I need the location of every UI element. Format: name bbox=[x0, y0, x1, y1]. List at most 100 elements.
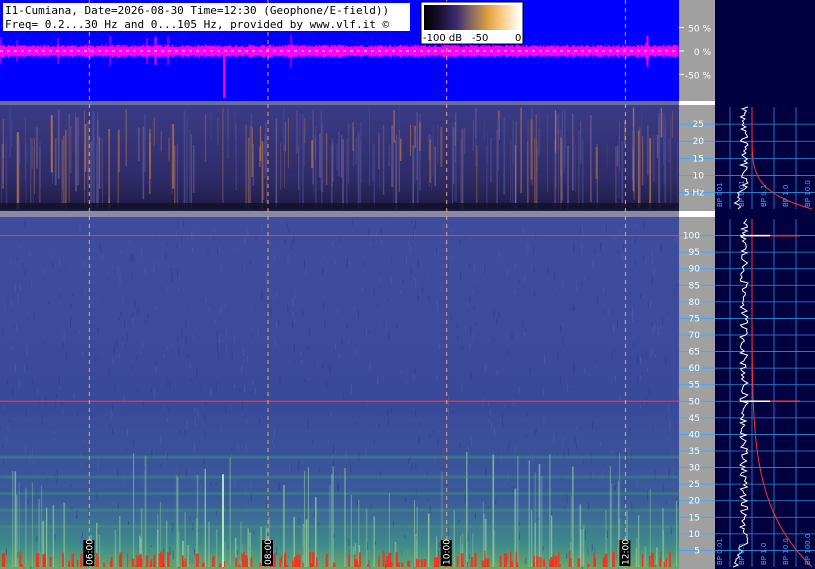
low-streak bbox=[125, 109, 127, 167]
low-streak bbox=[646, 125, 649, 176]
low-streak bbox=[676, 142, 678, 209]
high-noise bbox=[272, 439, 273, 445]
high-noise bbox=[529, 368, 531, 374]
high-noise bbox=[126, 447, 128, 450]
high-noise bbox=[178, 287, 180, 291]
high-burst bbox=[587, 564, 590, 567]
high-noise bbox=[436, 299, 437, 303]
high-streak bbox=[331, 473, 333, 567]
low-streak bbox=[373, 144, 375, 209]
low-streak bbox=[664, 120, 667, 206]
low-streak bbox=[319, 133, 321, 177]
high-burst bbox=[654, 565, 657, 567]
high-streak bbox=[583, 524, 585, 567]
high-burst bbox=[461, 564, 464, 567]
low-streak bbox=[34, 138, 35, 194]
low-streak bbox=[410, 125, 411, 156]
low-streak bbox=[574, 143, 576, 192]
high-noise bbox=[473, 263, 475, 273]
high-burst bbox=[311, 551, 315, 567]
high-noise bbox=[466, 302, 468, 307]
high-noise bbox=[59, 257, 61, 267]
low-streak bbox=[527, 141, 529, 209]
time-label: 08:00 bbox=[262, 539, 274, 566]
high-tick-label: 50 bbox=[689, 397, 701, 407]
high-noise bbox=[573, 243, 575, 253]
high-noise bbox=[246, 417, 248, 425]
high-noise bbox=[559, 538, 561, 541]
high-noise bbox=[4, 308, 6, 312]
high-noise bbox=[588, 502, 590, 510]
high-noise bbox=[422, 286, 424, 294]
high-noise bbox=[203, 429, 205, 432]
high-burst bbox=[378, 556, 380, 567]
high-noise bbox=[583, 368, 585, 373]
high-burst bbox=[139, 553, 141, 567]
high-noise bbox=[307, 346, 309, 351]
high-burst bbox=[292, 560, 294, 567]
high-noise bbox=[393, 463, 395, 466]
high-noise bbox=[243, 358, 245, 362]
high-noise bbox=[335, 261, 337, 264]
high-burst bbox=[549, 559, 552, 567]
high-noise bbox=[2, 444, 3, 449]
high-noise bbox=[194, 416, 196, 426]
high-noise bbox=[15, 363, 16, 372]
high-noise bbox=[52, 278, 54, 282]
high-noise bbox=[604, 464, 606, 467]
low-streak bbox=[313, 129, 315, 194]
high-streak bbox=[302, 524, 304, 567]
side-axis-label-text: BP 0.01 bbox=[738, 180, 746, 207]
high-noise bbox=[428, 295, 430, 302]
low-streak bbox=[472, 120, 474, 152]
high-noise bbox=[269, 241, 271, 247]
high-noise bbox=[177, 269, 178, 278]
high-noise bbox=[573, 363, 575, 373]
high-noise bbox=[586, 326, 588, 330]
high-noise bbox=[27, 317, 29, 320]
high-noise bbox=[650, 349, 652, 358]
high-noise bbox=[613, 349, 615, 352]
high-noise bbox=[375, 540, 377, 545]
high-noise bbox=[241, 412, 243, 416]
high-tick-label: 5 bbox=[694, 546, 700, 556]
high-noise bbox=[298, 518, 300, 525]
high-burst bbox=[407, 560, 411, 567]
high-noise bbox=[206, 463, 208, 469]
high-burst bbox=[382, 551, 385, 567]
high-noise bbox=[17, 293, 19, 303]
high-noise bbox=[130, 254, 132, 264]
high-noise bbox=[389, 221, 391, 224]
high-noise bbox=[387, 408, 389, 416]
low-streak bbox=[252, 143, 254, 186]
high-noise bbox=[651, 323, 653, 328]
header-line-2: Freq= 0.2...30 Hz and 0...105 Hz, provid… bbox=[5, 18, 389, 31]
high-streak bbox=[196, 474, 199, 567]
high-noise bbox=[641, 372, 643, 375]
high-noise bbox=[234, 336, 235, 343]
high-noise bbox=[31, 281, 33, 289]
high-noise bbox=[390, 276, 392, 287]
high-noise bbox=[330, 411, 332, 416]
high-noise bbox=[60, 294, 62, 299]
high-noise bbox=[210, 389, 212, 396]
high-noise bbox=[547, 267, 549, 275]
high-noise bbox=[213, 228, 215, 232]
high-noise bbox=[279, 376, 281, 387]
high-noise bbox=[63, 409, 65, 414]
high-band bbox=[0, 525, 679, 529]
high-noise bbox=[207, 250, 209, 255]
low-streak bbox=[578, 129, 580, 206]
low-streak bbox=[460, 137, 462, 209]
high-noise bbox=[216, 330, 218, 341]
low-streak bbox=[95, 143, 98, 209]
high-noise bbox=[70, 316, 72, 321]
high-noise bbox=[665, 356, 667, 366]
high-noise bbox=[342, 393, 344, 402]
high-burst bbox=[42, 554, 46, 567]
high-noise bbox=[309, 329, 311, 338]
high-noise bbox=[511, 331, 513, 340]
high-noise bbox=[404, 535, 406, 539]
high-noise bbox=[576, 425, 578, 429]
high-noise bbox=[75, 516, 77, 519]
